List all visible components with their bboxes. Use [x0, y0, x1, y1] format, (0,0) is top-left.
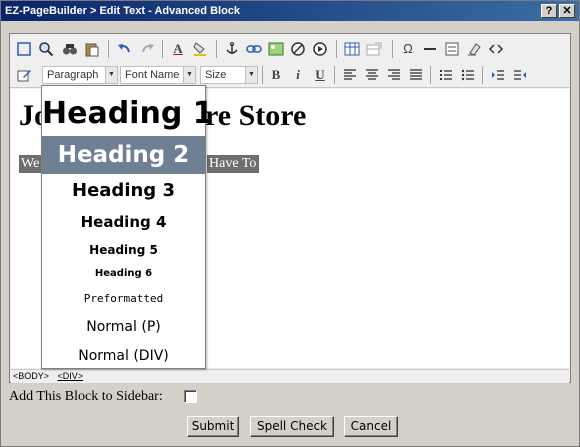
chevron-down-icon: ▼ [183, 67, 195, 83]
align-center-icon[interactable] [362, 65, 382, 85]
format-select-value: Paragraph [47, 69, 99, 81]
text-color-icon[interactable]: A [168, 39, 188, 59]
bulleted-list-icon[interactable] [458, 65, 478, 85]
font-name-select[interactable]: Font Name ▼ [120, 66, 196, 84]
font-size-select[interactable]: Size ▼ [200, 66, 258, 84]
horizontal-rule-icon[interactable] [420, 39, 440, 59]
toolbar-separator [216, 40, 217, 58]
toolbar-separator [162, 40, 163, 58]
element-path-bar: <BODY> <DIV> [11, 369, 569, 383]
chevron-down-icon: ▼ [245, 67, 257, 83]
format-option-normal-div[interactable]: Normal (DIV) [42, 344, 205, 368]
edit-icon[interactable] [14, 65, 34, 85]
sidebar-checkbox-label: Add This Block to Sidebar: [9, 389, 163, 404]
chevron-down-icon: ▼ [105, 67, 117, 83]
redo-icon[interactable] [138, 39, 158, 59]
link-icon[interactable] [244, 39, 264, 59]
content-heading-end: re Store [205, 99, 307, 132]
align-justify-icon[interactable] [406, 65, 426, 85]
underline-icon[interactable]: U [310, 65, 330, 85]
format-option-heading-5[interactable]: Heading 5 [42, 240, 205, 260]
background-color-icon[interactable] [190, 39, 210, 59]
element-path-body[interactable]: <BODY> [13, 371, 49, 381]
format-option-normal-p[interactable]: Normal (P) [42, 315, 205, 339]
toolbar-separator [262, 66, 263, 84]
paste-icon[interactable] [82, 39, 102, 59]
undo-icon[interactable] [114, 39, 134, 59]
toolbar-separator [482, 66, 483, 84]
dialog-window: EZ-PageBuilder > Edit Text - Advanced Bl… [0, 0, 580, 447]
submit-button[interactable]: Submit [187, 416, 239, 437]
remove-format-icon[interactable] [464, 39, 484, 59]
spell-check-button[interactable]: Spell Check [250, 416, 334, 437]
toolbar-separator [392, 40, 393, 58]
bold-icon[interactable]: B [266, 65, 286, 85]
element-path-div[interactable]: <DIV> [58, 371, 84, 381]
toolbar-separator [334, 66, 335, 84]
selected-text-end: Have To [207, 155, 259, 173]
align-right-icon[interactable] [384, 65, 404, 85]
special-character-icon[interactable]: Ω [398, 39, 418, 59]
sidebar-checkbox[interactable] [184, 390, 197, 403]
image-icon[interactable] [266, 39, 286, 59]
toolbar-row-1: A Ω [10, 36, 570, 62]
help-button[interactable]: ? [541, 4, 557, 18]
format-option-heading-1[interactable]: Heading 1 [42, 92, 214, 136]
format-option-preformatted[interactable]: Preformatted [42, 289, 205, 309]
window-title: EZ-PageBuilder > Edit Text - Advanced Bl… [5, 5, 241, 17]
table-icon[interactable] [342, 39, 362, 59]
format-option-heading-4[interactable]: Heading 4 [42, 210, 205, 234]
italic-icon[interactable]: i [288, 65, 308, 85]
indent-icon[interactable] [488, 65, 508, 85]
font-size-select-value: Size [205, 69, 227, 81]
toolbar-separator [108, 40, 109, 58]
format-dropdown-menu: Heading 1 Heading 2 Heading 3 Heading 4 … [41, 85, 214, 369]
source-code-icon[interactable] [486, 39, 506, 59]
format-select[interactable]: Paragraph ▼ [42, 66, 118, 84]
toolbar-separator [430, 66, 431, 84]
align-left-icon[interactable] [340, 65, 360, 85]
outdent-icon[interactable] [510, 65, 530, 85]
preview-icon[interactable] [36, 39, 56, 59]
media-icon[interactable] [310, 39, 330, 59]
flash-icon[interactable] [288, 39, 308, 59]
show-blocks-icon[interactable] [14, 39, 34, 59]
find-icon[interactable] [60, 39, 80, 59]
format-option-heading-6[interactable]: Heading 6 [42, 265, 205, 283]
toolbar-separator [336, 40, 337, 58]
close-button[interactable]: ✕ [559, 4, 575, 18]
numbered-list-icon[interactable] [436, 65, 456, 85]
cancel-button[interactable]: Cancel [344, 416, 398, 437]
selected-text-start: We [19, 155, 43, 173]
format-option-heading-3[interactable]: Heading 3 [42, 178, 205, 204]
form-icon[interactable] [442, 39, 462, 59]
format-option-heading-2[interactable]: Heading 2 [42, 136, 205, 174]
anchor-icon[interactable] [222, 39, 242, 59]
table-properties-icon[interactable] [364, 39, 384, 59]
font-name-select-value: Font Name [125, 69, 180, 81]
title-bar: EZ-PageBuilder > Edit Text - Advanced Bl… [1, 1, 579, 21]
